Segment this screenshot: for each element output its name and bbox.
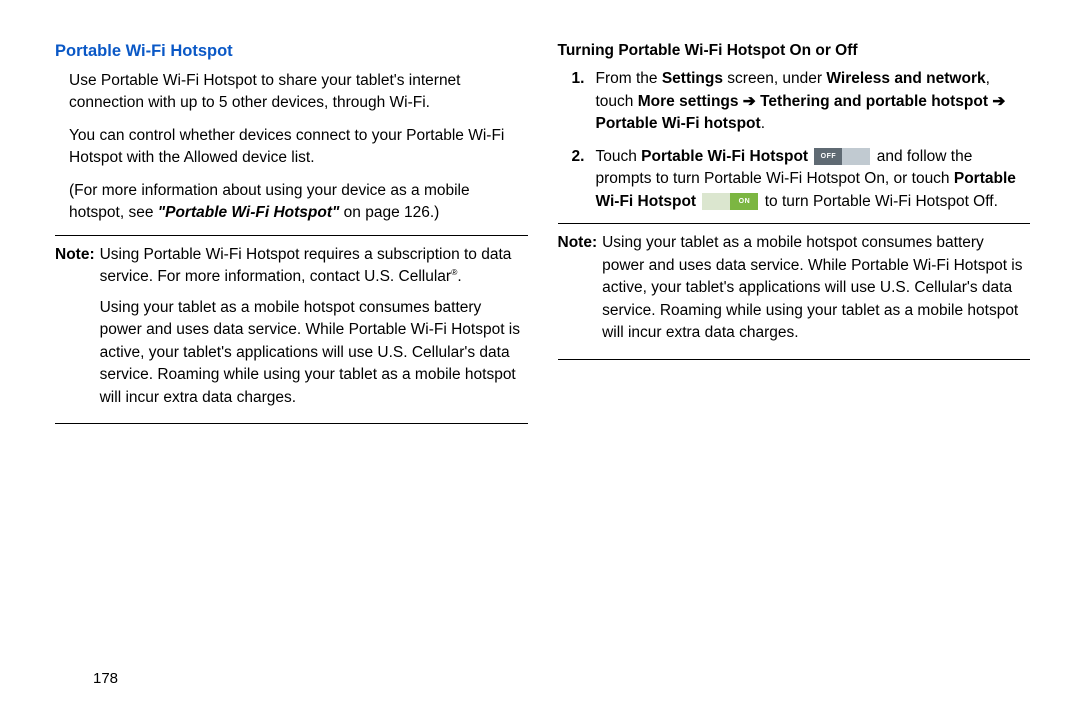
toggle-track	[702, 193, 730, 210]
toggle-track	[842, 148, 870, 165]
toggle-on-label: ON	[730, 193, 758, 210]
note-body: Using Portable Wi-Fi Hotspot requires a …	[100, 244, 528, 417]
divider	[558, 359, 1031, 360]
bold-text: Settings	[662, 70, 723, 87]
toggle-off-label: OFF	[814, 148, 842, 165]
steps-list: From the Settings screen, under Wireless…	[572, 68, 1031, 213]
note-block: Note: Using Portable Wi-Fi Hotspot requi…	[55, 244, 528, 417]
step-item: From the Settings screen, under Wireless…	[572, 68, 1031, 135]
toggle-off-icon: OFF	[814, 148, 870, 165]
text: to turn Portable Wi-Fi Hotspot Off.	[765, 193, 998, 210]
cross-reference: "Portable Wi-Fi Hotspot"	[158, 204, 340, 221]
bold-text: Wireless and network	[826, 70, 985, 87]
note-paragraph: Using your tablet as a mobile hotspot co…	[602, 232, 1030, 344]
divider	[55, 235, 528, 236]
text: .	[457, 268, 461, 285]
right-column: Turning Portable Wi-Fi Hotspot On or Off…	[558, 40, 1031, 668]
section-title: Portable Wi-Fi Hotspot	[55, 40, 528, 64]
paragraph: Use Portable Wi-Fi Hotspot to share your…	[69, 70, 528, 115]
text: Using Portable Wi-Fi Hotspot requires a …	[100, 246, 512, 286]
paragraph: You can control whether devices connect …	[69, 125, 528, 170]
arrow-icon: ➔	[988, 93, 1005, 110]
note-body: Using your tablet as a mobile hotspot co…	[602, 232, 1030, 352]
left-column: Portable Wi-Fi Hotspot Use Portable Wi-F…	[55, 40, 528, 668]
divider	[55, 423, 528, 424]
step-item: Touch Portable Wi-Fi Hotspot OFF and fol…	[572, 146, 1031, 213]
bold-text: Tethering and portable hotspot	[760, 93, 988, 110]
bold-text: More settings	[638, 93, 739, 110]
note-label: Note:	[558, 232, 598, 352]
bold-text: Portable Wi-Fi hotspot	[596, 115, 761, 132]
toggle-on-icon: ON	[702, 193, 758, 210]
note-label: Note:	[55, 244, 95, 417]
note-paragraph: Using your tablet as a mobile hotspot co…	[100, 297, 528, 409]
arrow-icon: ➔	[739, 93, 761, 110]
page-number: 178	[55, 668, 1030, 690]
text: Touch	[596, 148, 642, 165]
subheading: Turning Portable Wi-Fi Hotspot On or Off	[558, 40, 1031, 62]
paragraph: (For more information about using your d…	[69, 180, 528, 225]
page-columns: Portable Wi-Fi Hotspot Use Portable Wi-F…	[55, 40, 1030, 668]
text: screen, under	[723, 70, 826, 87]
bold-text: Portable Wi-Fi Hotspot	[641, 148, 808, 165]
note-block: Note: Using your tablet as a mobile hots…	[558, 232, 1031, 352]
text: on page 126.)	[339, 204, 439, 221]
note-paragraph: Using Portable Wi-Fi Hotspot requires a …	[100, 244, 528, 289]
text: .	[761, 115, 765, 132]
text: From the	[596, 70, 662, 87]
divider	[558, 223, 1031, 224]
